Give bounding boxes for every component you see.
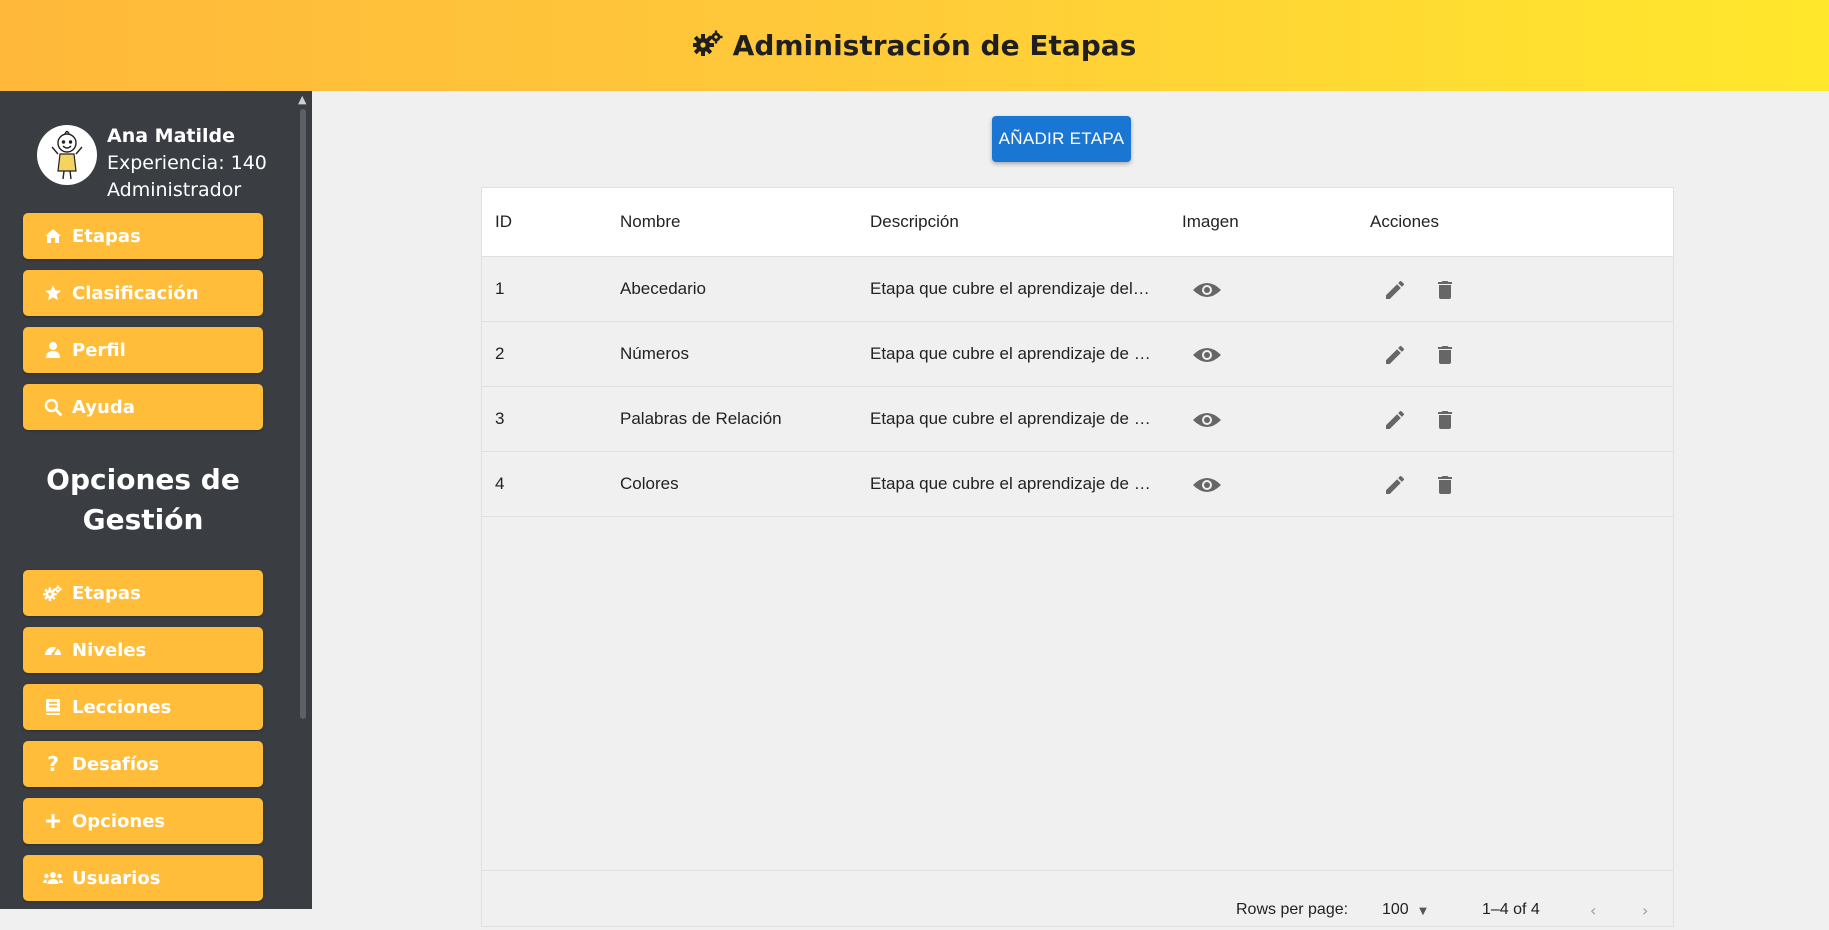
sidebar: Ana Matilde Experiencia: 140 Administrad… — [0, 91, 312, 909]
view-image-icon[interactable] — [1192, 470, 1222, 500]
sidebar-item-opciones[interactable]: Opciones — [23, 798, 263, 844]
edit-icon[interactable] — [1380, 275, 1410, 305]
sidebar-item-perfil[interactable]: Perfil — [23, 327, 263, 373]
sidebar-item-label: Opciones — [72, 810, 166, 832]
cell-name: Números — [620, 344, 689, 363]
user-experience: Experiencia: 140 — [107, 152, 267, 174]
sidebar-scrollbar[interactable]: ▲ — [297, 91, 309, 909]
column-header-descripcion[interactable]: Descripción — [870, 212, 1154, 232]
view-image-icon[interactable] — [1192, 340, 1222, 370]
view-image-icon[interactable] — [1192, 275, 1222, 305]
sidebar-item-ayuda[interactable]: Ayuda — [23, 384, 263, 430]
chevron-down-icon: ▼ — [1419, 906, 1427, 917]
sidebar-item-label: Desafíos — [72, 753, 160, 775]
home-icon — [43, 228, 63, 244]
sidebar-item-label: Niveles — [72, 639, 147, 661]
scroll-up-arrow-icon[interactable]: ▲ — [298, 93, 306, 106]
sidebar-item-usuarios[interactable]: Usuarios — [23, 855, 263, 901]
edit-icon[interactable] — [1380, 470, 1410, 500]
star-icon — [43, 284, 63, 302]
page-title: Administración de Etapas — [732, 29, 1137, 62]
cell-description: Etapa que cubre el aprendizaje de los nú… — [870, 344, 1154, 363]
sidebar-item-lecciones[interactable]: Lecciones — [23, 684, 263, 730]
cell-id: 3 — [495, 409, 505, 428]
app-header: Administración de Etapas — [0, 0, 1829, 91]
cell-id: 4 — [495, 474, 505, 493]
sidebar-item-label: Clasificación — [72, 282, 199, 304]
delete-icon[interactable] — [1430, 405, 1460, 435]
delete-icon[interactable] — [1430, 275, 1460, 305]
rows-per-page-value: 100 — [1382, 901, 1409, 918]
table-header: ID Nombre Descripción Imagen Acciones — [482, 188, 1673, 257]
table-row[interactable]: 1 Abecedario Etapa que cubre el aprendiz… — [482, 257, 1673, 322]
sidebar-item-label: Etapas — [72, 582, 141, 604]
user-card: Ana Matilde Experiencia: 140 Administrad… — [37, 123, 267, 204]
user-name: Ana Matilde — [107, 125, 235, 147]
sidebar-item-label: Perfil — [72, 339, 126, 361]
question-icon: ? — [47, 752, 59, 776]
gauge-icon — [43, 642, 63, 658]
section-heading: Opciones de Gestión — [46, 463, 240, 536]
sidebar-item-admin-etapas[interactable]: Etapas — [23, 570, 263, 616]
view-image-icon[interactable] — [1192, 405, 1222, 435]
cell-name: Abecedario — [620, 279, 707, 298]
cell-description: Etapa que cubre el aprendizaje del abece… — [870, 279, 1154, 298]
sidebar-item-label: Lecciones — [72, 696, 172, 718]
cell-name: Palabras de Relación — [620, 409, 782, 428]
gears-icon — [43, 585, 63, 601]
sidebar-item-desafios[interactable]: ? Desafíos — [23, 741, 263, 787]
cell-name: Colores — [620, 474, 679, 493]
cell-description: Etapa que cubre el aprendizaje de los co… — [870, 474, 1154, 493]
table-row[interactable]: 4 Colores Etapa que cubre el aprendizaje… — [482, 452, 1673, 517]
next-page-icon[interactable]: › — [1642, 901, 1648, 920]
table-row[interactable]: 2 Números Etapa que cubre el aprendizaje… — [482, 322, 1673, 387]
users-icon — [43, 871, 63, 885]
pagination-range: 1–4 of 4 — [1482, 901, 1540, 918]
edit-icon[interactable] — [1380, 340, 1410, 370]
sidebar-item-label: Usuarios — [72, 867, 161, 889]
scrollbar-thumb[interactable] — [300, 109, 306, 719]
stages-table: ID Nombre Descripción Imagen Acciones 1 … — [481, 187, 1674, 927]
gears-icon — [691, 30, 723, 61]
delete-icon[interactable] — [1430, 470, 1460, 500]
column-header-nombre[interactable]: Nombre — [620, 212, 680, 232]
sidebar-item-label: Etapas — [72, 225, 141, 247]
plus-icon — [43, 813, 63, 829]
avatar-illustration-icon — [51, 130, 83, 180]
column-header-id[interactable]: ID — [495, 212, 512, 232]
sidebar-item-label: Ayuda — [72, 396, 135, 418]
avatar[interactable] — [37, 125, 97, 185]
cell-id: 1 — [495, 279, 505, 298]
table-row[interactable]: 3 Palabras de Relación Etapa que cubre e… — [482, 387, 1673, 452]
table-pagination: Rows per page: 100 ▼ 1–4 of 4 ‹ › — [482, 870, 1673, 930]
column-header-acciones[interactable]: Acciones — [1370, 212, 1439, 232]
sidebar-item-etapas[interactable]: Etapas — [23, 213, 263, 259]
add-stage-button[interactable]: AÑADIR ETAPA — [992, 116, 1131, 162]
sidebar-item-clasificacion[interactable]: Clasificación — [23, 270, 263, 316]
rows-per-page-select[interactable]: 100 ▼ — [1382, 901, 1427, 919]
column-header-imagen[interactable]: Imagen — [1182, 212, 1239, 232]
edit-icon[interactable] — [1380, 405, 1410, 435]
cell-id: 2 — [495, 344, 505, 363]
user-icon — [43, 341, 63, 359]
sidebar-item-niveles[interactable]: Niveles — [23, 627, 263, 673]
delete-icon[interactable] — [1430, 340, 1460, 370]
book-icon — [43, 698, 63, 716]
rows-per-page-label: Rows per page: — [1236, 901, 1349, 918]
user-role: Administrador — [107, 179, 242, 201]
previous-page-icon[interactable]: ‹ — [1590, 901, 1596, 920]
cell-description: Etapa que cubre el aprendizaje de palabr… — [870, 409, 1154, 428]
search-icon — [43, 398, 63, 416]
